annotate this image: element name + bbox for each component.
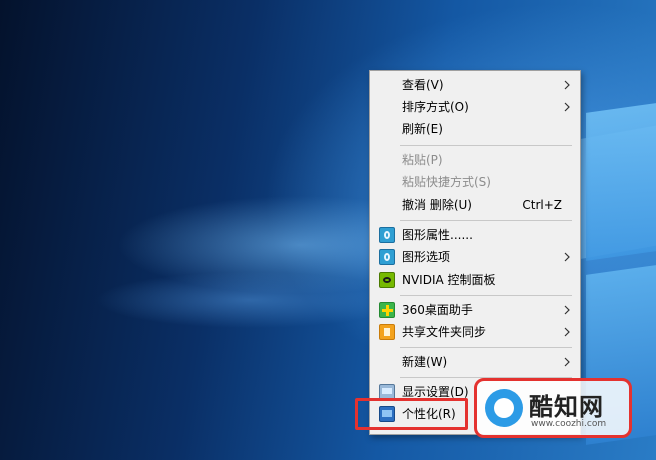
menu-separator xyxy=(400,145,572,146)
menu-item-view[interactable]: 查看(V) xyxy=(372,74,578,96)
chevron-right-icon xyxy=(564,357,570,367)
menu-item-label: 撤消 删除(U) xyxy=(402,198,472,212)
360-icon xyxy=(379,302,395,318)
intel-graphics-icon xyxy=(379,227,395,243)
nvidia-icon xyxy=(379,272,395,288)
menu-item-360-desktop-assistant[interactable]: 360桌面助手 xyxy=(372,299,578,321)
menu-item-paste-shortcut[interactable]: 粘贴快捷方式(S) xyxy=(372,171,578,193)
menu-item-label: 查看(V) xyxy=(402,78,444,92)
chevron-right-icon xyxy=(564,305,570,315)
chevron-right-icon xyxy=(564,80,570,90)
chevron-right-icon xyxy=(564,327,570,337)
watermark-url: www.coozhi.com xyxy=(531,419,607,429)
menu-item-sort-by[interactable]: 排序方式(O) xyxy=(372,96,578,118)
menu-separator xyxy=(400,347,572,348)
share-sync-icon xyxy=(379,324,395,340)
menu-item-shared-folder-sync[interactable]: 共享文件夹同步 xyxy=(372,321,578,343)
chevron-right-icon xyxy=(564,252,570,262)
personalize-highlight-box xyxy=(355,398,468,430)
menu-item-label: 新建(W) xyxy=(402,355,448,369)
menu-item-label: 排序方式(O) xyxy=(402,100,469,114)
menu-item-label: 共享文件夹同步 xyxy=(402,325,487,339)
menu-item-label: 粘贴(P) xyxy=(402,153,443,167)
watermark: 酷知网 www.coozhi.com xyxy=(474,378,632,438)
menu-item-new[interactable]: 新建(W) xyxy=(372,351,578,373)
menu-item-undo-delete[interactable]: 撤消 删除(U) Ctrl+Z xyxy=(372,194,578,216)
menu-item-label: 360桌面助手 xyxy=(402,303,473,317)
intel-graphics-icon xyxy=(379,249,395,265)
menu-separator xyxy=(400,295,572,296)
menu-item-label: 图形选项 xyxy=(402,250,451,264)
chevron-right-icon xyxy=(564,102,570,112)
menu-item-refresh[interactable]: 刷新(E) xyxy=(372,118,578,140)
menu-item-label: 粘贴快捷方式(S) xyxy=(402,175,491,189)
menu-item-graphics-options[interactable]: 图形选项 xyxy=(372,246,578,268)
menu-item-shortcut: Ctrl+Z xyxy=(522,198,562,212)
menu-item-paste[interactable]: 粘贴(P) xyxy=(372,149,578,171)
menu-item-graphics-properties[interactable]: 图形属性...... xyxy=(372,224,578,246)
watermark-title: 酷知网 xyxy=(529,392,604,421)
menu-item-label: 刷新(E) xyxy=(402,122,443,136)
menu-separator xyxy=(400,220,572,221)
coozhi-logo-icon xyxy=(485,389,523,427)
menu-item-label: 图形属性...... xyxy=(402,228,473,242)
menu-item-label: NVIDIA 控制面板 xyxy=(402,273,496,287)
menu-item-nvidia-control-panel[interactable]: NVIDIA 控制面板 xyxy=(372,269,578,291)
windows-logo-pane-top xyxy=(586,103,656,261)
